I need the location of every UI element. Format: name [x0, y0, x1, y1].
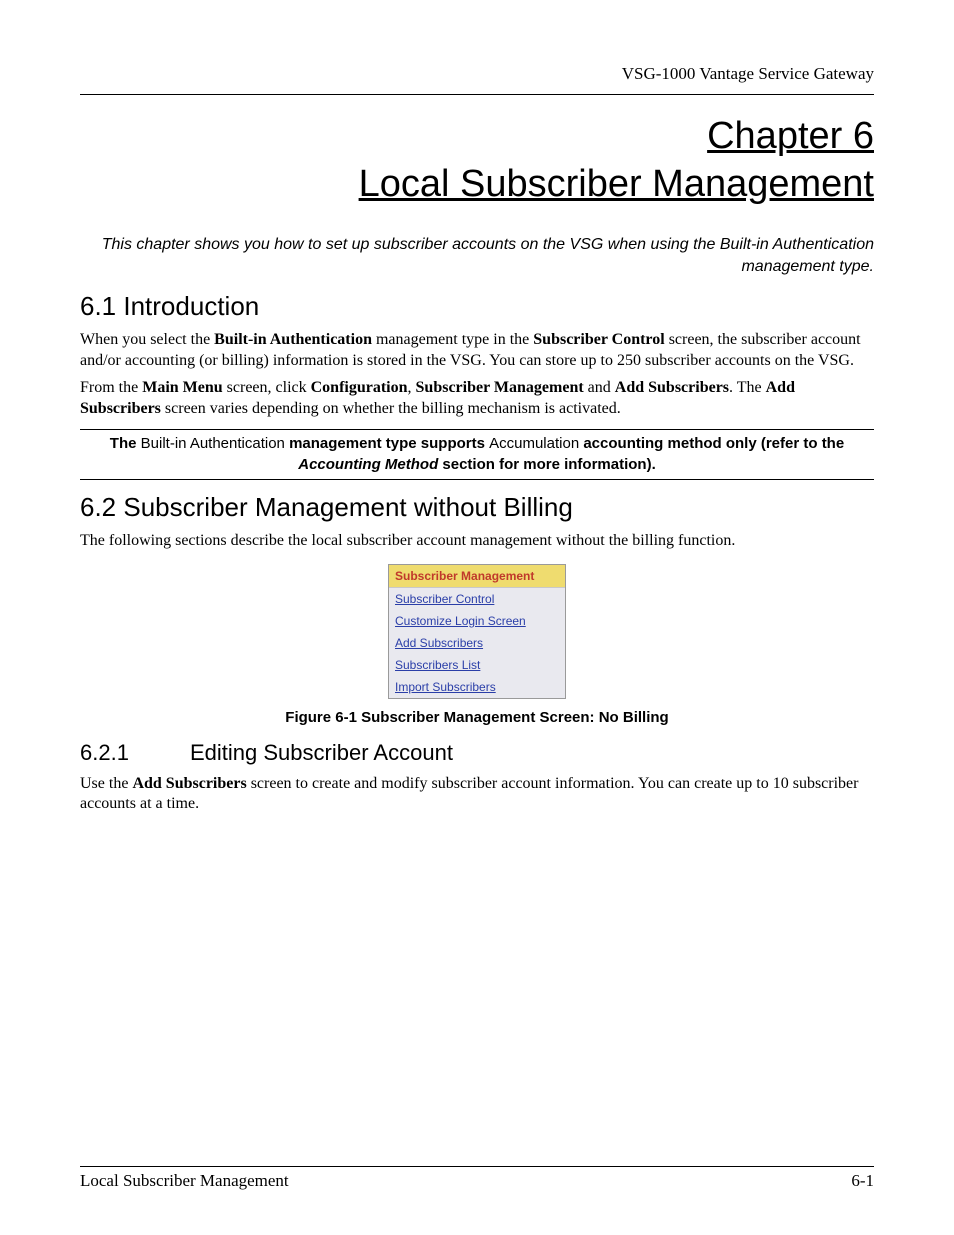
note-text: Built-in Authentication [141, 435, 289, 452]
footer-left: Local Subscriber Management [80, 1171, 289, 1191]
text-bold: Configuration [311, 379, 408, 396]
section-6-1-paragraph-2: From the Main Menu screen, click Configu… [80, 378, 874, 420]
menu-item-import-subscribers[interactable]: Import Subscribers [389, 676, 565, 698]
text-bold: Add Subscribers [132, 775, 246, 792]
chapter-title-block: Chapter 6 Local Subscriber Management [80, 113, 874, 208]
chapter-intro: This chapter shows you how to set up sub… [80, 234, 874, 277]
footer-divider: Local Subscriber Management 6-1 [80, 1166, 874, 1191]
note-text-bold-italic: Accounting Method [298, 456, 438, 473]
note-text-bold: accounting method only (refer to the [583, 435, 844, 452]
text: screen varies depending on whether the b… [161, 400, 621, 417]
note-text-bold: The [110, 435, 141, 452]
section-6-1-paragraph-1: When you select the Built-in Authenticat… [80, 330, 874, 372]
text: Use the [80, 775, 132, 792]
text-bold: Add Subscribers [615, 379, 729, 396]
menu-item-add-subscribers[interactable]: Add Subscribers [389, 632, 565, 654]
page-footer: Local Subscriber Management 6-1 [80, 1166, 874, 1191]
section-6-2-1-heading: 6.2.1Editing Subscriber Account [80, 740, 874, 766]
text: screen, click [223, 379, 311, 396]
text-bold: Built-in Authentication [214, 331, 372, 348]
text: . The [729, 379, 766, 396]
text: When you select the [80, 331, 214, 348]
header-divider [80, 94, 874, 95]
subsection-number: 6.2.1 [80, 740, 190, 766]
chapter-title: Local Subscriber Management [80, 161, 874, 209]
section-6-1-heading: 6.1 Introduction [80, 291, 874, 322]
text: From the [80, 379, 142, 396]
note-text-bold: section for more information). [438, 456, 656, 473]
text: and [584, 379, 615, 396]
menu-item-subscribers-list[interactable]: Subscribers List [389, 654, 565, 676]
note-text: Accumulation [489, 435, 583, 452]
text: management type in the [372, 331, 533, 348]
text-bold: Main Menu [142, 379, 222, 396]
section-6-2-heading: 6.2 Subscriber Management without Billin… [80, 492, 874, 523]
note-text-bold: management type supports [289, 435, 489, 452]
menu-item-customize-login-screen[interactable]: Customize Login Screen [389, 610, 565, 632]
subscriber-management-menu: Subscriber Management Subscriber Control… [388, 564, 566, 699]
text-bold: Subscriber Control [533, 331, 664, 348]
menu-header: Subscriber Management [389, 565, 565, 588]
page: VSG-1000 Vantage Service Gateway Chapter… [0, 0, 954, 1235]
page-header-right: VSG-1000 Vantage Service Gateway [80, 64, 874, 88]
subsection-title: Editing Subscriber Account [190, 740, 453, 765]
figure-6-1: Subscriber Management Subscriber Control… [80, 564, 874, 699]
footer-page-number: 6-1 [851, 1171, 874, 1191]
note-box: The Built-in Authentication management t… [80, 429, 874, 480]
figure-6-1-caption: Figure 6-1 Subscriber Management Screen:… [80, 709, 874, 726]
section-6-2-1-paragraph-1: Use the Add Subscribers screen to create… [80, 774, 874, 816]
chapter-number: Chapter 6 [80, 113, 874, 161]
section-6-2-paragraph-1: The following sections describe the loca… [80, 531, 874, 552]
text: , [408, 379, 416, 396]
text-bold: Subscriber Management [416, 379, 584, 396]
menu-item-subscriber-control[interactable]: Subscriber Control [389, 588, 565, 610]
